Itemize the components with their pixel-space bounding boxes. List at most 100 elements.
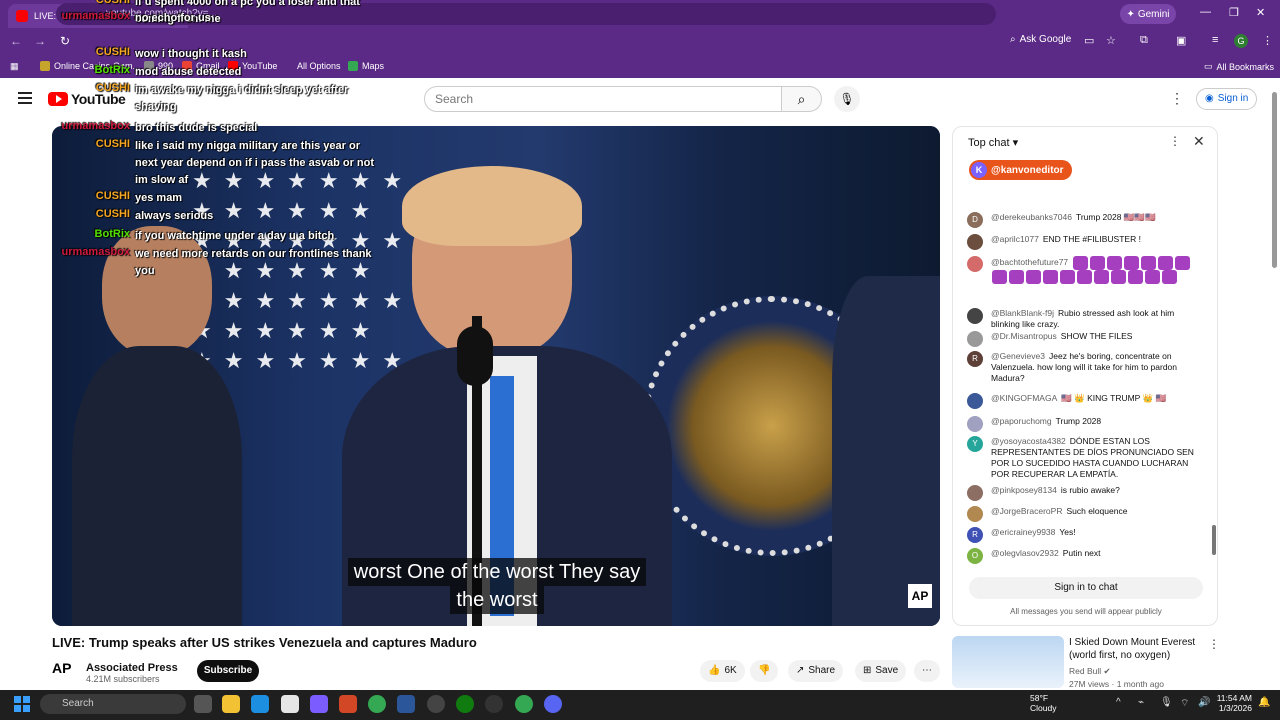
chat-username[interactable]: @BlankBlank-f9j [991, 308, 1054, 318]
task-view-icon[interactable] [194, 695, 212, 713]
notification-bell-icon[interactable]: 🔔 [1258, 697, 1270, 708]
chat-username[interactable]: @paporuchomg [991, 416, 1052, 426]
chrome-icon[interactable] [368, 695, 386, 713]
system-clock[interactable]: 11:54 AM 1/3/2026 [1214, 693, 1252, 713]
browser-menu-icon[interactable]: ⋮ [1262, 34, 1273, 47]
windows-start-icon[interactable] [14, 696, 30, 712]
chat-username[interactable]: @ericrainey9938 [991, 527, 1055, 537]
chat-username[interactable]: @JorgeBraceroPR [991, 506, 1062, 516]
chat-avatar[interactable]: D [967, 212, 983, 228]
tray-chevron-icon[interactable]: ^ [1116, 697, 1121, 708]
page-scrollbar[interactable] [1272, 92, 1277, 268]
chat-mode-dropdown[interactable]: Top chat ▾ [968, 136, 1018, 149]
maximize-icon[interactable]: ❐ [1229, 6, 1239, 19]
file-explorer-icon[interactable] [222, 695, 240, 713]
chat-username[interactable]: @olegvlasov2932 [991, 548, 1059, 558]
share-button[interactable]: ↗ Share [788, 660, 844, 682]
taskbar-search[interactable]: Search [40, 694, 186, 714]
settings-kebab-icon[interactable]: ⋮ [1170, 90, 1184, 107]
store-icon[interactable] [281, 695, 299, 713]
close-chat-icon[interactable]: ✕ [1193, 133, 1205, 150]
dislike-button[interactable]: 👎 [750, 660, 779, 682]
chat-avatar[interactable] [967, 256, 983, 272]
chat-avatar[interactable]: Y [967, 436, 983, 452]
ask-google-button[interactable]: ⌕ Ask Google [1010, 34, 1071, 45]
recommended-title[interactable]: I Skied Down Mount Everest (world first,… [1069, 636, 1209, 662]
chat-avatar[interactable] [967, 416, 983, 432]
chat-username[interactable]: @derekeubanks7046 [991, 212, 1072, 222]
more-actions-button[interactable]: ⋯ [914, 660, 940, 682]
chat-username[interactable]: @Genevieve3 [991, 351, 1045, 361]
sign-in-button[interactable]: ◉ Sign in [1196, 88, 1258, 110]
channel-avatar[interactable]: AP [52, 660, 78, 686]
powerpoint-icon[interactable] [339, 695, 357, 713]
like-button[interactable]: 👍 6K [700, 660, 745, 682]
sign-in-to-chat-button[interactable]: Sign in to chat [969, 577, 1203, 599]
pinned-user-chip[interactable]: K @kanvoneditor [969, 160, 1072, 180]
search-input[interactable]: Search [424, 86, 782, 112]
overlay-username: CUSHI [95, 208, 130, 220]
xbox-icon[interactable] [456, 695, 474, 713]
share-icon: ↗ [796, 665, 805, 676]
word-icon[interactable] [397, 695, 415, 713]
chat-username[interactable]: @pinkposey8134 [991, 485, 1057, 495]
edge-icon[interactable] [251, 695, 269, 713]
chat-message-body: @derekeubanks7046 Trump 2028 🇺🇸🇺🇸🇺🇸 [991, 212, 1156, 228]
chat-username[interactable]: @Dr.Misantropus [991, 331, 1057, 341]
chat-username[interactable]: @aprilc1077 [991, 234, 1039, 244]
network-off-icon[interactable]: ⌁ [1138, 697, 1144, 708]
chrome-active-icon[interactable] [515, 695, 533, 713]
subscribe-button[interactable]: Subscribe [197, 660, 259, 682]
recommended-thumbnail[interactable] [952, 636, 1064, 688]
chat-avatar[interactable] [967, 234, 983, 250]
save-button[interactable]: ⊞ Save [855, 660, 907, 682]
chat-options-icon[interactable]: ⋮ [1169, 134, 1181, 148]
discord-icon[interactable] [544, 695, 562, 713]
mic-icon[interactable]: 🎙 [1160, 697, 1173, 708]
chat-avatar[interactable] [967, 506, 983, 522]
recommended-options-icon[interactable]: ⋮ [1208, 637, 1220, 651]
channel-name[interactable]: Associated Press [86, 662, 178, 674]
pinned-avatar: K [971, 162, 987, 178]
close-icon[interactable]: ✕ [1256, 6, 1265, 19]
overlay-username: CUSHI [95, 190, 130, 202]
cast-icon[interactable]: ▭ [1084, 34, 1094, 47]
all-bookmarks[interactable]: ▭ All Bookmarks [1204, 61, 1274, 72]
chat-username[interactable]: @yosoyacosta4382 [991, 436, 1066, 446]
minimize-icon[interactable]: — [1200, 6, 1211, 18]
app-icon[interactable] [427, 695, 445, 713]
caption-line-2: the worst [450, 586, 544, 614]
chat-avatar[interactable]: R [967, 527, 983, 543]
chat-avatar[interactable] [967, 308, 983, 324]
overlay-message: we need more retards on our frontlines t… [135, 248, 372, 277]
voice-search-icon[interactable]: 🎙 [834, 86, 860, 112]
media-player-icon[interactable] [485, 695, 503, 713]
emote-icon [1158, 256, 1174, 270]
search-button[interactable]: ⌕ [782, 86, 822, 112]
chat-message: @BlankBlank-f9j Rubio stressed ash look a… [967, 308, 1199, 330]
chat-username[interactable]: @bachtothefuture77 [991, 257, 1068, 267]
chat-message-body: @bachtothefuture77 [991, 256, 1199, 284]
chat-scrollbar[interactable] [1212, 525, 1216, 555]
chat-avatar[interactable] [967, 331, 983, 347]
chat-avatar[interactable]: O [967, 548, 983, 564]
wifi-icon[interactable]: ⌔ [1180, 697, 1189, 710]
chat-message: @KINGOFMAGA 🇺🇸 👑 KING TRUMP 👑 🇺🇸 [967, 393, 1199, 409]
chat-mode-label: Top chat [968, 137, 1010, 149]
profile-avatar[interactable]: G [1234, 34, 1248, 48]
copilot-icon[interactable] [310, 695, 328, 713]
gemini-button[interactable]: ✦ Gemini [1120, 4, 1176, 24]
chat-avatar[interactable] [967, 485, 983, 501]
extensions-icon[interactable]: ⧉ [1140, 34, 1148, 47]
chat-username[interactable]: @KINGOFMAGA [991, 393, 1057, 403]
weather-widget[interactable]: 58°F Cloudy [1010, 693, 1056, 713]
bookmark-star-icon[interactable]: ☆ [1106, 34, 1116, 47]
recommended-channel[interactable]: Red Bull ✔ [1069, 666, 1111, 677]
chat-avatar[interactable]: R [967, 351, 983, 367]
volume-icon[interactable]: 🔊 [1198, 697, 1210, 708]
chat-avatar[interactable] [967, 393, 983, 409]
media-icon[interactable]: ≡ [1212, 34, 1218, 46]
overlay-message: bro this dude is special [135, 122, 258, 134]
emote-icon [1128, 270, 1143, 284]
split-view-icon[interactable]: ▣ [1176, 34, 1186, 47]
